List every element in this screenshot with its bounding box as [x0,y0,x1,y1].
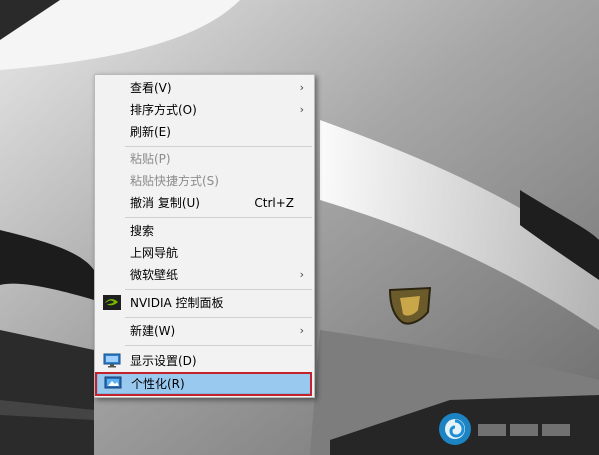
menu-item-undo-copy[interactable]: 撤消 复制(U) Ctrl+Z [97,192,312,214]
menu-item-search[interactable]: 搜索 [97,220,312,242]
menu-item-paste[interactable]: 粘贴(P) [97,148,312,170]
desktop[interactable]: 查看(V) › 排序方式(O) › 刷新(E) 粘贴(P) 粘贴快捷方式(S) … [0,0,599,455]
menu-item-sort-by[interactable]: 排序方式(O) › [97,99,312,121]
menu-item-label: 查看(V) [130,81,172,95]
nvidia-icon [103,295,121,310]
menu-item-label: 撤消 复制(U) [130,196,200,210]
highlight-annotation-box [95,372,312,396]
menu-separator [125,289,312,290]
display-icon [103,353,121,368]
chevron-right-icon: › [299,103,304,116]
chevron-right-icon: › [299,324,304,337]
menu-item-shortcut: Ctrl+Z [254,196,294,210]
watermark-text-graphic [478,424,570,436]
menu-item-label: 刷新(E) [130,125,171,139]
menu-separator [125,345,312,346]
menu-item-refresh[interactable]: 刷新(E) [97,121,312,143]
menu-item-nvidia-control-panel[interactable]: NVIDIA 控制面板 [97,292,312,314]
menu-item-label: 上网导航 [130,246,179,260]
menu-item-label: 新建(W) [130,324,176,338]
menu-item-label: 搜索 [130,224,155,238]
menu-item-label: NVIDIA 控制面板 [130,296,224,310]
menu-separator [125,217,312,218]
chevron-right-icon: › [299,81,304,94]
watermark-logo-icon [439,413,471,445]
menu-item-display-settings[interactable]: 显示设置(D) [97,350,312,372]
context-menu: 查看(V) › 排序方式(O) › 刷新(E) 粘贴(P) 粘贴快捷方式(S) … [94,74,315,398]
menu-item-label: 粘贴快捷方式(S) [130,174,219,188]
menu-item-view[interactable]: 查看(V) › [97,77,312,99]
menu-item-label: 粘贴(P) [130,152,171,166]
menu-separator [125,146,312,147]
menu-item-paste-shortcut[interactable]: 粘贴快捷方式(S) [97,170,312,192]
menu-item-web-navigation[interactable]: 上网导航 [97,242,312,264]
menu-item-label: 微软壁纸 [130,268,179,282]
menu-item-new[interactable]: 新建(W) › [97,320,312,342]
menu-item-label: 显示设置(D) [130,354,197,368]
menu-item-microsoft-wallpaper[interactable]: 微软壁纸 › [97,264,312,286]
menu-separator [125,317,312,318]
menu-item-label: 排序方式(O) [130,103,197,117]
chevron-right-icon: › [299,268,304,281]
